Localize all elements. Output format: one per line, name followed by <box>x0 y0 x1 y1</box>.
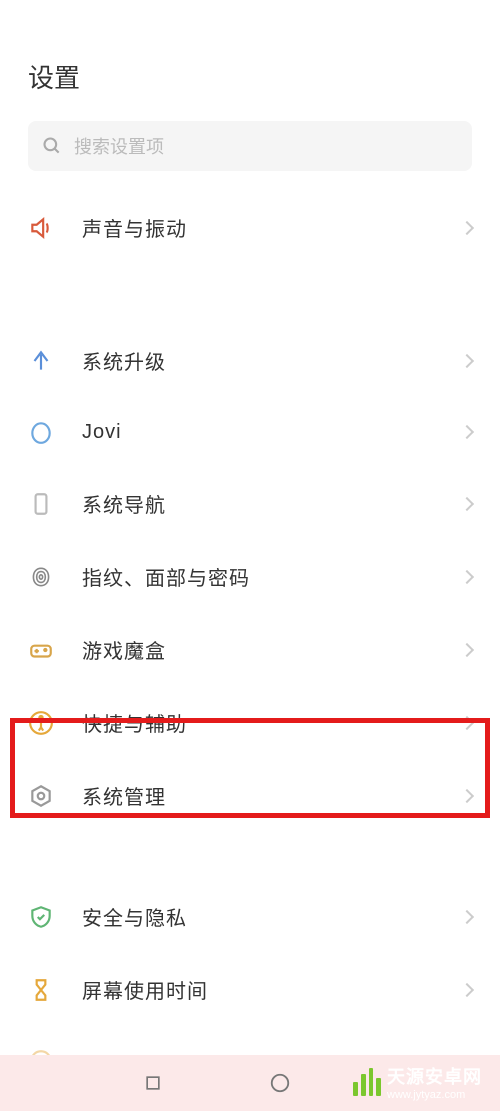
chevron-right-icon <box>460 715 474 729</box>
chevron-right-icon <box>460 642 474 656</box>
accessibility-icon <box>28 710 54 736</box>
chevron-right-icon <box>460 220 474 234</box>
shield-icon <box>28 904 54 930</box>
watermark-name: 天源安卓网 <box>387 1063 482 1089</box>
row-sound[interactable]: 声音与振动 <box>0 191 500 264</box>
phone-icon <box>28 491 54 517</box>
row-biometric[interactable]: 指纹、面部与密码 <box>0 540 500 613</box>
row-label: Jovi <box>82 421 462 444</box>
row-label: 屏幕使用时间 <box>82 975 462 1004</box>
chevron-right-icon <box>460 569 474 583</box>
chevron-right-icon <box>460 425 474 439</box>
row-label: 指纹、面部与密码 <box>82 562 462 591</box>
row-navigation[interactable]: 系统导航 <box>0 467 500 540</box>
row-label: 安全与隐私 <box>82 902 462 931</box>
home-button[interactable] <box>268 1071 292 1095</box>
row-security[interactable]: 安全与隐私 <box>0 880 500 953</box>
sound-icon <box>28 215 54 241</box>
gear-icon <box>28 783 54 809</box>
row-label: 系统管理 <box>82 781 462 810</box>
chevron-right-icon <box>460 788 474 802</box>
row-jovi[interactable]: Jovi <box>0 397 500 467</box>
search-icon <box>42 136 62 156</box>
arrow-up-icon <box>28 348 54 374</box>
gamepad-icon <box>28 637 54 663</box>
row-upgrade[interactable]: 系统升级 <box>0 324 500 397</box>
recent-apps-button[interactable] <box>141 1071 165 1095</box>
hourglass-icon <box>28 977 54 1003</box>
row-label: 游戏魔盒 <box>82 635 462 664</box>
watermark-url: www.jytyaz.com <box>387 1089 482 1101</box>
page-title: 设置 <box>28 58 472 95</box>
row-gamebox[interactable]: 游戏魔盒 <box>0 613 500 686</box>
row-accessibility[interactable]: 快捷与辅助 <box>0 686 500 759</box>
row-system-management[interactable]: 系统管理 <box>0 759 500 832</box>
row-label: 系统升级 <box>82 346 462 375</box>
jovi-icon <box>28 419 54 445</box>
row-screentime[interactable]: 屏幕使用时间 <box>0 953 500 1026</box>
watermark: 天源安卓网 www.jytyaz.com <box>353 1063 482 1101</box>
search-input[interactable]: 搜索设置项 <box>28 121 472 171</box>
chevron-right-icon <box>460 496 474 510</box>
search-placeholder: 搜索设置项 <box>74 133 164 159</box>
fingerprint-icon <box>28 564 54 590</box>
watermark-logo-icon <box>353 1068 381 1096</box>
row-label: 系统导航 <box>82 489 462 518</box>
settings-list: 声音与振动 系统升级 Jovi 系统导航 <box>0 191 500 1096</box>
row-label: 声音与振动 <box>82 213 462 242</box>
chevron-right-icon <box>460 353 474 367</box>
chevron-right-icon <box>460 982 474 996</box>
row-label: 快捷与辅助 <box>82 708 462 737</box>
chevron-right-icon <box>460 909 474 923</box>
